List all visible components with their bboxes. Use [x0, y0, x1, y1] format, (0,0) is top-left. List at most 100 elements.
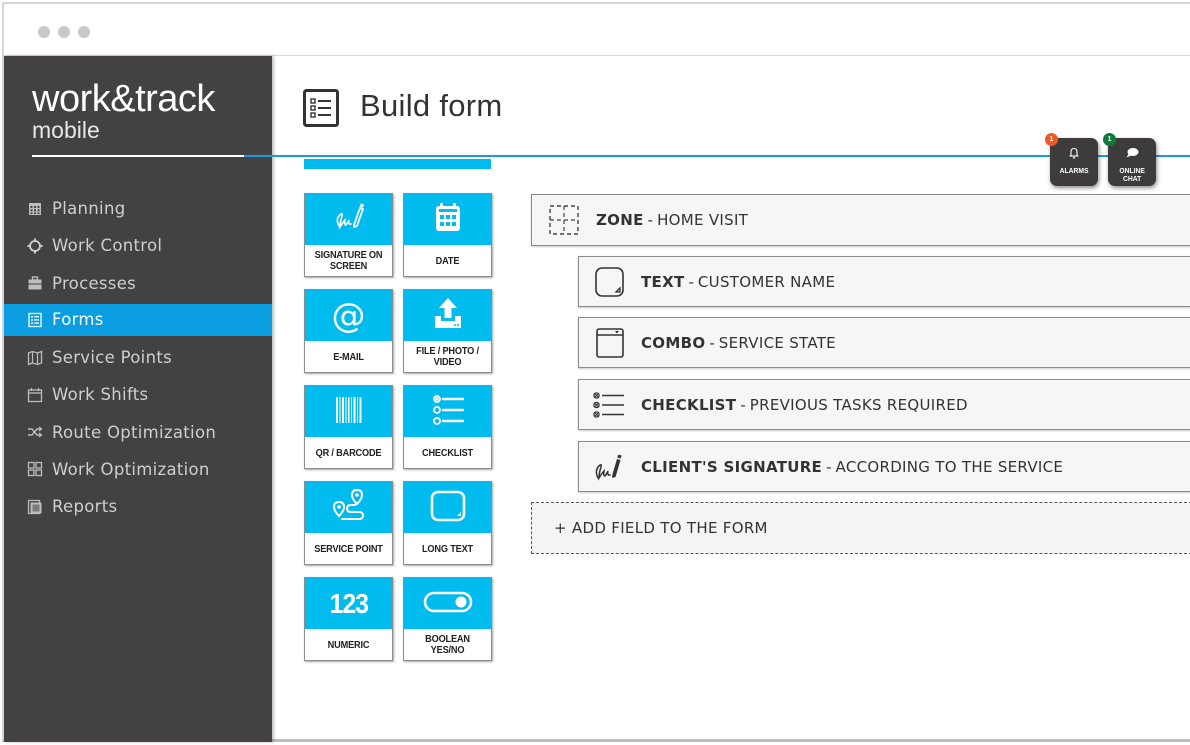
sidebar-item-label: Service Points: [52, 348, 172, 368]
sidebar-item-label: Work Shifts: [52, 385, 149, 405]
palette-tile-signature[interactable]: SIGNATURE ON SCREEN: [304, 193, 393, 277]
palette-tile-long-text[interactable]: LONG TEXT: [403, 481, 492, 565]
field-name: PREVIOUS TASKS REQUIRED: [749, 395, 968, 414]
form-list-icon: [26, 311, 44, 329]
window-dot[interactable]: [38, 26, 50, 38]
bell-icon: [1067, 145, 1081, 164]
form-field-combo[interactable]: COMBO - SERVICE STATE: [578, 317, 1190, 368]
field-name: SERVICE STATE: [718, 333, 836, 352]
sidebar-item-label: Reports: [52, 497, 118, 517]
sidebar: work&track mobile Planning Work Control: [4, 56, 272, 742]
form-field-signature[interactable]: CLIENT'S SIGNATURE - ACCORDING TO THE SE…: [578, 441, 1190, 492]
field-type: CLIENT'S SIGNATURE: [641, 457, 823, 476]
form-field-zone[interactable]: ZONE - HOME VISIT: [531, 194, 1190, 246]
palette-tile-boolean[interactable]: BOOLEAN YES/NO: [403, 577, 492, 661]
sidebar-nav: Planning Work Control Processes Forms Se…: [4, 190, 272, 525]
window-titlebar: [4, 4, 1190, 56]
sidebar-item-route-optimization[interactable]: Route Optimization: [4, 413, 272, 450]
brand-logo[interactable]: work&track mobile: [32, 80, 215, 142]
tile-label: QR / BARCODE: [315, 447, 382, 459]
briefcase-icon: [26, 274, 44, 292]
sidebar-item-reports[interactable]: Reports: [4, 488, 272, 525]
tile-label: LONG TEXT: [421, 543, 473, 555]
window-dot[interactable]: [58, 26, 70, 38]
sidebar-item-work-control[interactable]: Work Control: [4, 227, 272, 264]
chat-bubble-icon: [1125, 145, 1139, 164]
field-separator: -: [826, 457, 832, 476]
tile-label: FILE / PHOTO / VIDEO: [416, 346, 479, 368]
zone-dashed-icon: [546, 202, 582, 238]
window-dot[interactable]: [78, 26, 90, 38]
alarms-badge: 1: [1045, 133, 1058, 146]
field-type: CHECKLIST: [641, 395, 737, 414]
toggle-icon: [423, 582, 473, 626]
header-divider: [244, 155, 1190, 157]
sidebar-item-processes[interactable]: Processes: [4, 265, 272, 302]
sidebar-item-planning[interactable]: Planning: [4, 190, 272, 227]
form-field-text[interactable]: TEXT - CUSTOMER NAME: [578, 256, 1190, 307]
logo-underline: [32, 155, 244, 157]
tile-label: CHECKLIST: [421, 447, 473, 459]
field-name: ACCORDING TO THE SERVICE: [835, 457, 1064, 476]
text-box-icon: [428, 486, 468, 530]
report-icon: [26, 498, 44, 516]
brand-subname: mobile: [32, 117, 100, 143]
tile-label: NUMERIC: [327, 639, 370, 651]
calendar-icon: [428, 198, 468, 242]
sidebar-item-work-optimization[interactable]: Work Optimization: [4, 451, 272, 488]
tile-label: SIGNATURE ON SCREEN: [314, 250, 383, 272]
palette-header-strip: [304, 159, 491, 169]
sidebar-item-work-shifts[interactable]: Work Shifts: [4, 376, 272, 413]
sidebar-item-label: Forms: [52, 310, 104, 330]
sidebar-item-label: Work Optimization: [52, 459, 210, 479]
at-sign-icon: @: [331, 295, 366, 336]
signature-icon: [329, 198, 369, 242]
tile-label: DATE: [435, 255, 460, 267]
palette-tile-file-photo-video[interactable]: FILE / PHOTO / VIDEO: [403, 289, 492, 373]
palette-tile-numeric[interactable]: 123 NUMERIC: [304, 577, 393, 661]
signature-icon: [591, 449, 627, 485]
alarms-button[interactable]: 1 ALARMS: [1045, 133, 1098, 186]
brand-name: work&track: [32, 78, 215, 120]
form-field-checklist[interactable]: CHECKLIST - PREVIOUS TASKS REQUIRED: [578, 379, 1190, 430]
numeric-icon: 123: [329, 587, 368, 619]
field-name: CUSTOMER NAME: [697, 272, 836, 291]
field-separator: -: [709, 333, 715, 352]
sidebar-item-label: Route Optimization: [52, 422, 217, 442]
online-chat-button[interactable]: 1 ONLINE CHAT: [1103, 133, 1156, 186]
route-pin-icon: [329, 486, 369, 530]
palette-tile-checklist[interactable]: CHECKLIST: [403, 385, 492, 469]
app-window: work&track mobile Planning Work Control: [2, 2, 1190, 742]
palette-tile-email[interactable]: @ E-MAIL: [304, 289, 393, 373]
map-icon: [26, 349, 44, 367]
sidebar-item-service-points[interactable]: Service Points: [4, 339, 272, 376]
field-type: TEXT: [641, 272, 685, 291]
main-content: Build form 1 ALARMS 1 ONLINECHAT SIGNAT: [244, 56, 1190, 742]
page-title: Build form: [360, 88, 503, 123]
palette-tile-service-point[interactable]: SERVICE POINT: [304, 481, 393, 565]
text-box-icon: [591, 264, 627, 300]
checklist-icon: [428, 390, 468, 434]
field-type: ZONE: [596, 211, 644, 229]
alarms-label: ALARMS: [1059, 166, 1089, 175]
calendar-grid-icon: [26, 200, 44, 218]
field-type: COMBO: [641, 333, 706, 352]
add-field-button[interactable]: + ADD FIELD TO THE FORM: [531, 502, 1190, 554]
field-name: HOME VISIT: [657, 211, 749, 229]
upload-icon: [428, 294, 468, 338]
shuffle-icon: [26, 423, 44, 441]
field-separator: -: [647, 211, 654, 229]
checklist-icon: [591, 387, 627, 423]
palette-tile-date[interactable]: DATE: [403, 193, 492, 277]
calendar-icon: [26, 386, 44, 404]
tile-label: E-MAIL: [333, 351, 364, 363]
barcode-icon: [329, 390, 369, 434]
sidebar-item-label: Planning: [52, 199, 126, 219]
tile-label: SERVICE POINT: [314, 543, 383, 555]
field-separator: -: [688, 272, 694, 291]
grid-icon: [26, 460, 44, 478]
field-separator: -: [740, 395, 746, 414]
crosshair-icon: [26, 237, 44, 255]
sidebar-item-forms[interactable]: Forms: [4, 303, 272, 336]
palette-tile-qr-barcode[interactable]: QR / BARCODE: [304, 385, 393, 469]
